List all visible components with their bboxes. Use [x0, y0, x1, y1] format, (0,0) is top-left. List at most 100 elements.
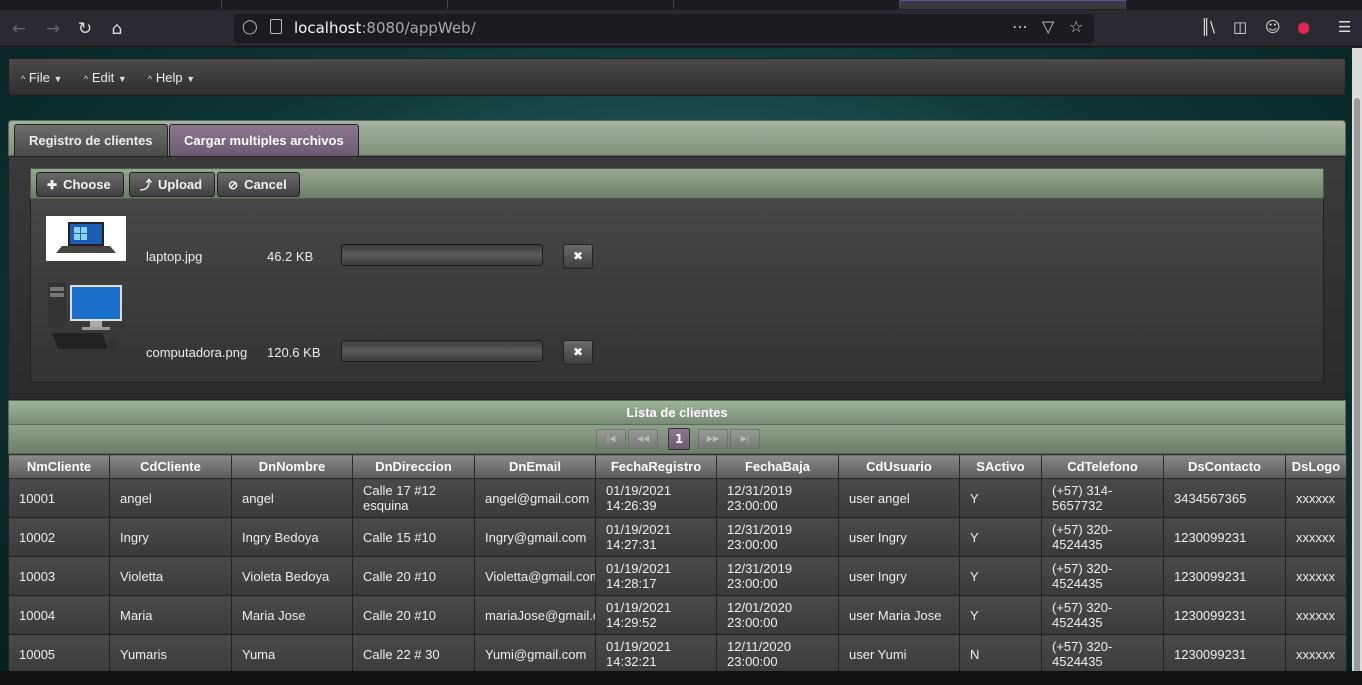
table-row[interactable]: 10004 Maria Maria Jose Calle 20 #10 mari… — [8, 595, 1347, 635]
table-row[interactable]: 10001 angel angel Calle 17 #12 esquina a… — [8, 478, 1347, 518]
lock-icon[interactable]: ● — [1297, 18, 1310, 36]
tab-registro-clientes[interactable]: Registro de clientes — [14, 124, 168, 156]
table-cell: (+57) 320-4524435 — [1041, 517, 1164, 557]
file-progress-bar — [341, 244, 543, 266]
column-header[interactable]: DnNombre — [231, 454, 353, 479]
cancel-button[interactable]: ⊘ Cancel — [217, 172, 300, 197]
table-cell: 1230099231 — [1163, 556, 1286, 596]
menu-help-label: Help — [155, 70, 183, 85]
hamburger-menu-icon[interactable]: ☰ — [1338, 18, 1351, 36]
chevron-down-icon: ▼ — [117, 74, 127, 84]
browser-tab[interactable] — [222, 0, 448, 9]
page-scrollbar[interactable] — [1352, 48, 1362, 678]
chevron-up-icon: ^ — [21, 74, 26, 84]
browser-tab-active[interactable] — [900, 0, 1126, 9]
column-header[interactable]: DnEmail — [474, 454, 596, 479]
file-name: computadora.png — [146, 345, 248, 360]
chevron-down-icon: ▼ — [186, 74, 196, 84]
tab-view: Registro de clientes Cargar multiples ar… — [8, 120, 1346, 400]
table-cell: Y — [959, 556, 1042, 596]
chevron-up-icon: ^ — [148, 74, 153, 84]
table-row[interactable]: 10005 Yumaris Yuma Calle 22 # 30 Yumi@gm… — [8, 634, 1347, 674]
column-header[interactable]: FechaBaja — [716, 454, 839, 479]
next-page-icon[interactable]: ▶▶ — [698, 429, 728, 449]
upload-label: Upload — [158, 177, 203, 192]
menu-file[interactable]: ^ File ▼ — [21, 70, 62, 85]
browser-tab[interactable] — [674, 0, 900, 9]
column-header[interactable]: NmCliente — [8, 454, 110, 479]
url-path: :8080/appWeb/ — [361, 19, 476, 37]
table-cell: user angel — [838, 478, 960, 518]
file-size: 46.2 KB — [267, 249, 314, 264]
upload-button[interactable]: ⤴ Upload — [129, 172, 216, 197]
table-header-row: NmCliente CdCliente DnNombre DnDireccion… — [8, 454, 1347, 479]
chevron-down-icon: ▼ — [53, 74, 63, 84]
table-cell: 01/19/2021 14:26:39 — [595, 478, 717, 518]
table-cell: Maria Jose — [231, 595, 353, 635]
shield-icon[interactable]: ◯ — [242, 19, 258, 35]
column-header[interactable]: DsLogo — [1285, 454, 1347, 479]
prev-page-icon[interactable]: ◀◀ — [628, 429, 658, 449]
star-icon[interactable]: ☆ — [1069, 17, 1083, 36]
table-cell: 1230099231 — [1163, 595, 1286, 635]
column-header[interactable]: DsContacto — [1163, 454, 1286, 479]
page-icon — [270, 19, 282, 34]
account-icon[interactable]: ☺ — [1265, 18, 1281, 36]
forward-icon[interactable]: → — [40, 16, 66, 42]
home-icon[interactable]: ⌂ — [104, 16, 130, 42]
column-header[interactable]: CdUsuario — [838, 454, 960, 479]
column-header[interactable]: DnDireccion — [352, 454, 475, 479]
table-cell: Y — [959, 517, 1042, 557]
table-cell: 10003 — [8, 556, 110, 596]
table-cell: Violeta Bedoya — [231, 556, 353, 596]
browser-tab[interactable] — [448, 0, 674, 9]
tab-cargar-archivos[interactable]: Cargar multiples archivos — [169, 124, 359, 156]
table-cell: 01/19/2021 14:27:31 — [595, 517, 717, 557]
close-icon: ✖ — [572, 249, 584, 263]
table-cell: Calle 15 #10 — [352, 517, 475, 557]
column-header[interactable]: SActivo — [959, 454, 1042, 479]
url-text[interactable]: localhost:8080/appWeb/ — [294, 19, 476, 37]
datatable-title: Lista de clientes — [8, 400, 1346, 425]
menu-file-label: File — [28, 70, 50, 85]
remove-file-button[interactable]: ✖ — [563, 340, 593, 365]
library-icon[interactable]: ║\ — [1201, 18, 1215, 36]
first-page-icon[interactable]: |◀ — [596, 429, 626, 449]
browser-tab[interactable] — [0, 0, 222, 9]
table-cell: 10004 — [8, 595, 110, 635]
choose-label: Choose — [63, 177, 111, 192]
back-icon[interactable]: ← — [6, 16, 32, 42]
browser-tab-strip — [0, 0, 1362, 10]
url-bar[interactable]: ◯ localhost:8080/appWeb/ ⋯ ▽ ☆ — [234, 14, 1094, 43]
last-page-icon[interactable]: ▶| — [730, 429, 760, 449]
tabs-header: Registro de clientes Cargar multiples ar… — [8, 120, 1346, 156]
table-cell: Calle 20 #10 — [352, 595, 475, 635]
table-cell: Violetta — [109, 556, 232, 596]
clients-table: NmCliente CdCliente DnNombre DnDireccion… — [8, 454, 1347, 674]
column-header[interactable]: CdTelefono — [1041, 454, 1164, 479]
scrollbar-thumb[interactable] — [1354, 98, 1360, 678]
menu-edit[interactable]: ^ Edit ▼ — [84, 70, 127, 85]
sidebar-icon[interactable]: ◫ — [1233, 18, 1247, 36]
more-icon[interactable]: ⋯ — [1012, 17, 1028, 36]
pocket-icon[interactable]: ▽ — [1042, 17, 1054, 36]
menubar: ^ File ▼ ^ Edit ▼ ^ Help ▼ — [8, 58, 1346, 96]
table-row[interactable]: 10003 Violetta Violeta Bedoya Calle 20 #… — [8, 556, 1347, 596]
table-cell: Yuma — [231, 634, 353, 674]
menu-help[interactable]: ^ Help ▼ — [148, 70, 195, 85]
table-cell: 3434567365 — [1163, 478, 1286, 518]
table-cell: Yumaris — [109, 634, 232, 674]
table-cell: (+57) 320-4524435 — [1041, 634, 1164, 674]
table-cell: xxxxxx — [1285, 517, 1347, 557]
reload-icon[interactable]: ↻ — [72, 16, 98, 42]
remove-file-button[interactable]: ✖ — [563, 244, 593, 269]
choose-button[interactable]: ✚ Choose — [36, 172, 124, 197]
column-header[interactable]: FechaRegistro — [595, 454, 717, 479]
table-cell: (+57) 320-4524435 — [1041, 595, 1164, 635]
menu-edit-label: Edit — [91, 70, 115, 85]
page-number-button[interactable]: 1 — [668, 428, 690, 450]
table-cell: 12/11/2020 23:00:00 — [716, 634, 839, 674]
table-row[interactable]: 10002 Ingry Ingry Bedoya Calle 15 #10 In… — [8, 517, 1347, 557]
column-header[interactable]: CdCliente — [109, 454, 232, 479]
table-cell: 12/31/2019 23:00:00 — [716, 556, 839, 596]
